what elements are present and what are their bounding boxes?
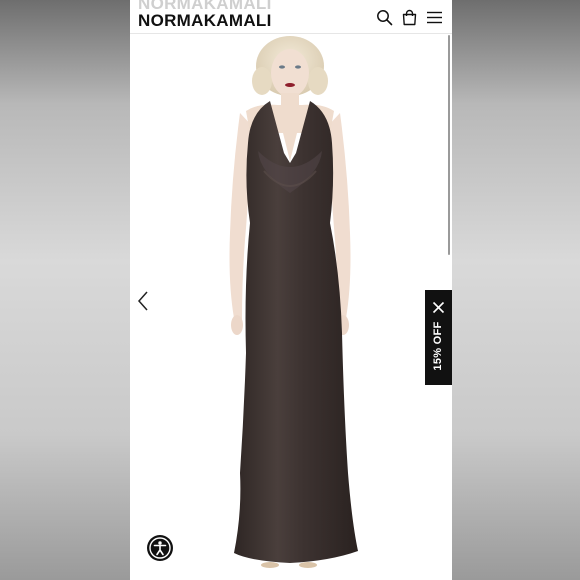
blurred-background-right	[450, 0, 580, 580]
promo-label[interactable]: 15% OFF	[432, 311, 444, 381]
site-header: NORMAKAMALI NORMAKAMALI	[130, 0, 452, 34]
accessibility-icon[interactable]	[147, 535, 173, 561]
product-page: NORMAKAMALI NORMAKAMALI 15% OFF	[130, 0, 452, 580]
brand-logo[interactable]: NORMAKAMALI	[138, 11, 272, 31]
search-icon[interactable]	[376, 9, 393, 26]
hamburger-menu-icon[interactable]	[426, 9, 443, 26]
blurred-background-left	[0, 0, 130, 580]
product-image	[130, 33, 452, 580]
discount-promo-tab[interactable]: 15% OFF	[425, 290, 452, 385]
scrollbar[interactable]	[448, 35, 450, 255]
chevron-left-icon[interactable]	[136, 290, 150, 312]
shopping-bag-icon[interactable]	[401, 9, 418, 26]
